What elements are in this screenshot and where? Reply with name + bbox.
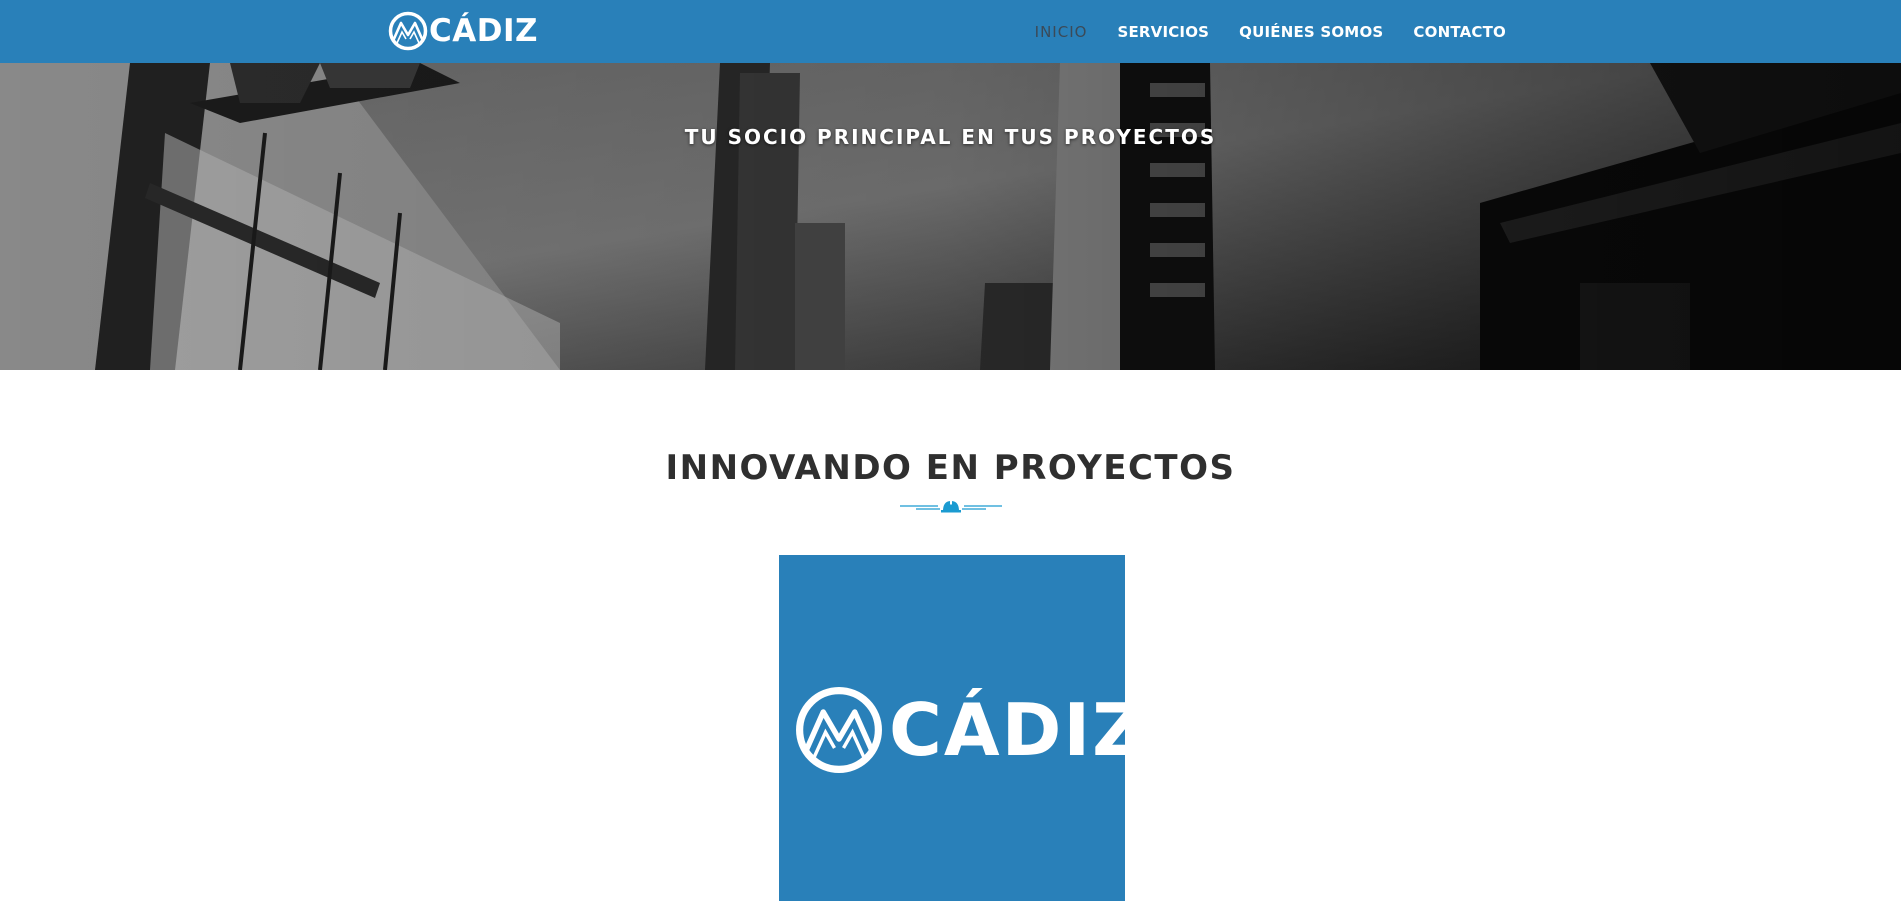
brand-logo-link[interactable]: CÁDIZ [388, 11, 538, 51]
nav-item-servicios[interactable]: SERVICIOS [1117, 23, 1209, 41]
hero-tagline: TU SOCIO PRINCIPAL EN TUS PROYECTOS [684, 125, 1217, 149]
brand-name: CÁDIZ [429, 13, 538, 49]
nav-item-quienes-somos[interactable]: QUIÉNES SOMOS [1239, 23, 1383, 41]
hero-banner: TU SOCIO PRINCIPAL EN TUS PROYECTOS [0, 63, 1901, 370]
company-logo-image: CÁDIZ [779, 555, 1144, 901]
hero-background-image [0, 63, 1901, 370]
top-navbar: CÁDIZ INICIO SERVICIOS QUIÉNES SOMOS CON… [0, 0, 1901, 63]
nav-item-inicio[interactable]: INICIO [1035, 23, 1088, 41]
nav-item-contacto[interactable]: CONTACTO [1413, 23, 1506, 41]
helmet-divider-icon [900, 499, 1002, 513]
main-nav: INICIO SERVICIOS QUIÉNES SOMOS CONTACTO [1035, 0, 1506, 63]
logo-wordmark: CÁDIZ [889, 688, 1147, 772]
section-title: INNOVANDO EN PROYECTOS [665, 448, 1236, 488]
mountain-circle-logo-icon [388, 11, 428, 51]
mountain-circle-logo-icon [796, 687, 882, 773]
